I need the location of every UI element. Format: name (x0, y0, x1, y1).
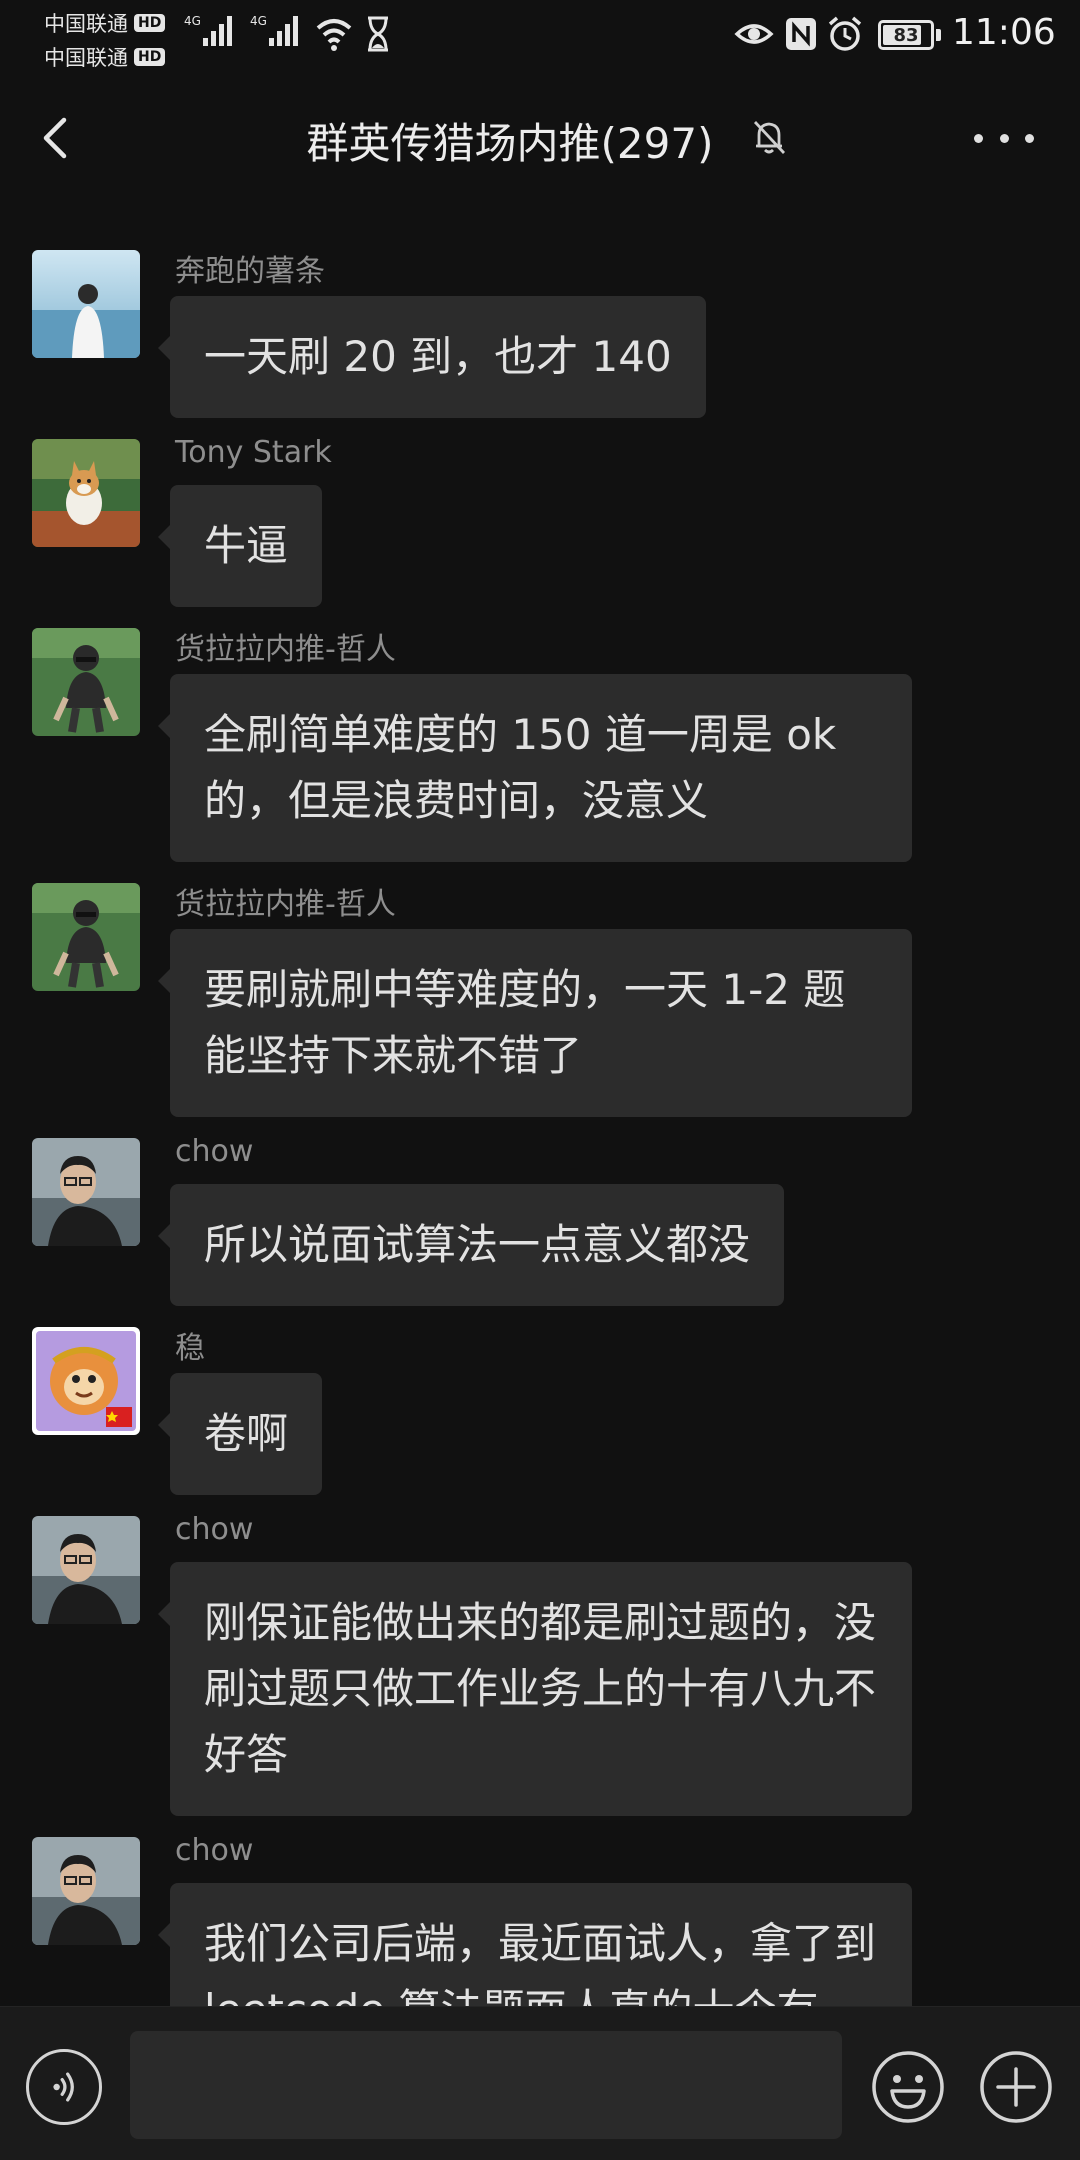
sender-name: 货拉拉内推-哲人 (175, 632, 396, 667)
hd-badge-1: HD (134, 14, 166, 32)
carrier-1-label: 中国联通 (44, 12, 128, 36)
smiley-icon[interactable] (870, 2049, 946, 2125)
avatar[interactable] (32, 439, 140, 547)
message-bubble[interactable]: 卷啊 (157, 1373, 323, 1495)
avatar[interactable] (32, 1837, 140, 1945)
avatar[interactable] (32, 1327, 140, 1435)
message-input[interactable] (130, 2031, 842, 2139)
sender-name: chow (175, 1134, 254, 1169)
more-dots-icon[interactable] (974, 116, 1034, 160)
message-bubble[interactable]: 所以说面试算法一点意义都没 (157, 1184, 785, 1306)
avatar[interactable] (32, 250, 140, 358)
hourglass-icon (368, 16, 388, 52)
network-1-label: 4G (184, 14, 201, 28)
signal-1-icon: 4G (184, 14, 232, 46)
sender-name: 稳 (175, 1331, 205, 1366)
battery-cap (936, 29, 941, 41)
message-bubble[interactable]: 全刷简单难度的 150 道一周是 ok 的，但是浪费时间，没意义 (158, 674, 912, 862)
carrier-1: 中国联通 HD (44, 8, 166, 38)
clock: 11:06 (952, 12, 1056, 53)
avatar[interactable] (32, 883, 140, 991)
bell-off-icon (753, 121, 786, 154)
status-bar: 中国联通 HD 中国联通 HD 4G 4G 83 11:06 (0, 0, 1080, 72)
network-2-label: 4G (250, 14, 267, 28)
signal-2-icon: 4G (250, 14, 298, 46)
sender-name: 奔跑的薯条 (175, 254, 325, 289)
chat-header: 群英传猎场内推(297) (0, 96, 1080, 180)
chat-title: 群英传猎场内推(297) (306, 119, 714, 168)
message-bubble[interactable]: 我们公司后端，最近面试人，拿了到 leetcode 算法题面人真的十个有 (158, 1883, 912, 2006)
plus-circle-icon[interactable] (978, 2049, 1054, 2125)
voice-icon[interactable] (26, 2049, 102, 2125)
battery-level: 83 (893, 24, 919, 46)
sender-name: chow (175, 1512, 254, 1547)
eye-icon (734, 24, 774, 44)
message-bubble[interactable]: 牛逼 (157, 485, 323, 607)
input-bar (0, 2006, 1080, 2160)
avatar[interactable] (32, 1516, 140, 1624)
sender-name: 货拉拉内推-哲人 (175, 887, 396, 922)
carrier-2-label: 中国联通 (44, 46, 128, 70)
carrier-2: 中国联通 HD (44, 42, 166, 72)
avatar[interactable] (32, 1138, 140, 1246)
hd-badge-2: HD (134, 48, 166, 66)
alarm-icon (828, 16, 862, 51)
message-bubble[interactable]: 刚保证能做出来的都是刷过题的，没刷过题只做工作业务上的十有八九不好答 (158, 1562, 912, 1816)
wifi-icon (316, 19, 352, 51)
message-bubble[interactable]: 一天刷 20 到，也才 140 (158, 296, 706, 418)
avatar[interactable] (32, 628, 140, 736)
message-bubble[interactable]: 要刷就刷中等难度的，一天 1-2 题能坚持下来就不错了 (158, 929, 912, 1117)
nfc-icon (786, 18, 816, 50)
sender-name: chow (175, 1833, 254, 1868)
sender-name: Tony Stark (175, 435, 332, 470)
battery-icon: 83 (878, 20, 934, 50)
message-list[interactable]: 奔跑的薯条 一天刷 20 到，也才 140 Tony Stark 牛逼 货拉拉内… (0, 246, 1080, 2006)
